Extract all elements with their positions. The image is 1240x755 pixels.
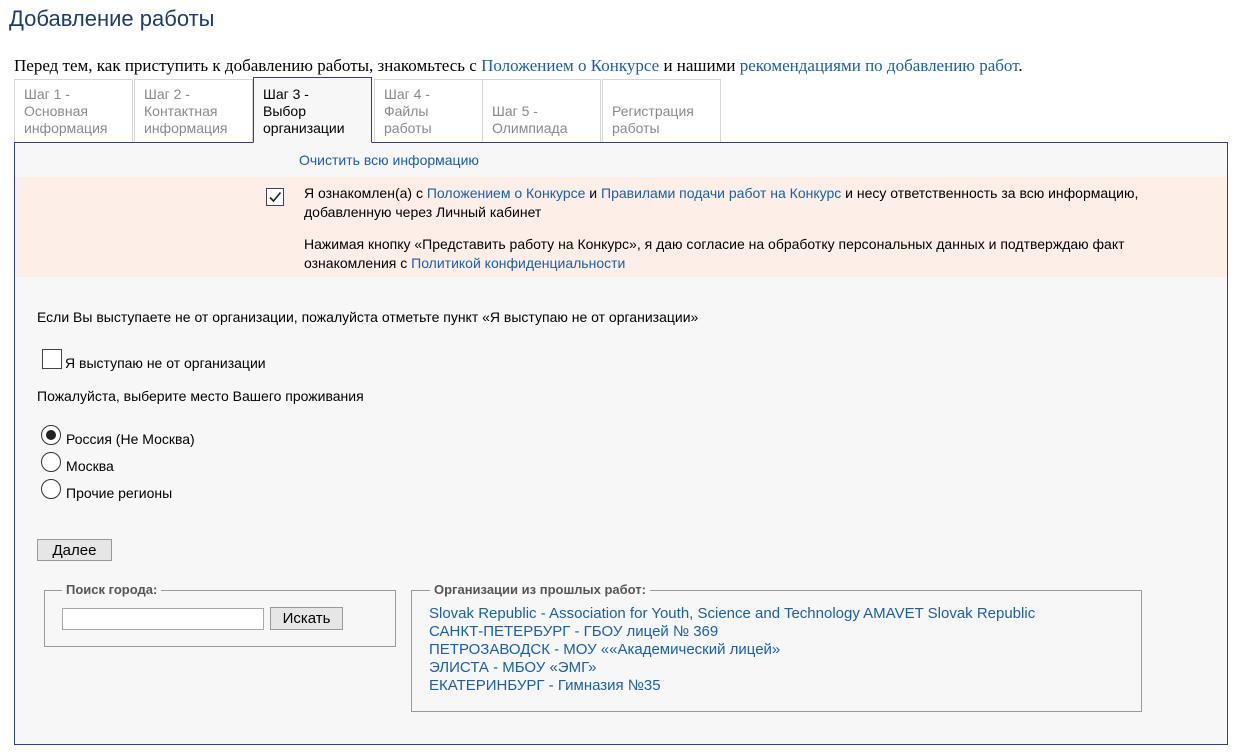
step-panel: Очистить всю информацию Я ознакомлен(а) …: [14, 142, 1228, 745]
intro-before: Перед тем, как приступить к добавлению р…: [14, 56, 482, 75]
intro-text: Перед тем, как приступить к добавлению р…: [14, 56, 1023, 76]
moscow-radio[interactable]: [41, 452, 61, 472]
regulations-link[interactable]: Положением о Конкурсе: [481, 56, 659, 75]
past-organizations-list: Slovak Republic - Association for Youth,…: [429, 605, 1035, 695]
organization-link[interactable]: САНКТ-ПЕТЕРБУРГ - ГБОУ лицей № 369: [429, 623, 1035, 641]
organization-link[interactable]: ПЕТРОЗАВОДСК - МОУ ««Академический лицей…: [429, 641, 1035, 659]
organization-link[interactable]: Slovak Republic - Association for Youth,…: [429, 605, 1035, 623]
tab-line: Шаг 1 -: [24, 86, 70, 102]
agreement-text-part: Я ознакомлен(а) с: [304, 185, 427, 201]
tab-step-1[interactable]: Шаг 1 - Основная информация: [14, 79, 133, 143]
tab-line: организации: [263, 120, 345, 136]
tab-line: работы: [384, 120, 432, 136]
tab-line: информация: [24, 120, 108, 136]
residence-question: Пожалуйста, выберите место Вашего прожив…: [37, 388, 364, 404]
moscow-label: Москва: [66, 458, 114, 474]
russia-label: Россия (Не Москва): [66, 431, 195, 447]
tab-line: Регистрация: [612, 103, 694, 119]
tab-step-2[interactable]: Шаг 2 - Контактная информация: [134, 79, 253, 143]
clear-all-link[interactable]: Очистить всю информацию: [299, 152, 479, 168]
tab-line: Олимпиада: [492, 120, 568, 136]
tab-registration[interactable]: Регистрация работы: [602, 79, 721, 143]
tab-line: Шаг 5 -: [492, 103, 538, 119]
checkmark-icon: [269, 191, 282, 203]
agreement-paragraph-2: Нажимая кнопку «Представить работу на Ко…: [304, 235, 1214, 273]
search-button[interactable]: Искать: [270, 607, 343, 630]
not-organization-label: Я выступаю не от организации: [65, 355, 266, 371]
tab-line: Контактная: [144, 103, 218, 119]
tab-line: работы: [612, 120, 660, 136]
city-search-legend: Поиск города:: [62, 582, 162, 597]
not-organization-checkbox[interactable]: [42, 349, 62, 369]
intro-after: .: [1018, 56, 1023, 75]
tab-line: информация: [144, 120, 228, 136]
recommendations-link[interactable]: рекомендациями по добавлению работ: [740, 56, 1019, 75]
agreement-text-part: и: [585, 185, 601, 201]
past-organizations-legend: Организации из прошлых работ:: [430, 582, 650, 597]
privacy-policy-link[interactable]: Политикой конфиденциальности: [411, 255, 625, 271]
russia-radio[interactable]: [41, 425, 61, 445]
organization-link[interactable]: ЭЛИСТА - МБОУ «ЭМГ»: [429, 659, 1035, 677]
tab-line: Основная: [24, 103, 88, 119]
tab-line: Файлы: [384, 103, 429, 119]
tab-step-3[interactable]: Шаг 3 - Выбор организации: [253, 77, 372, 143]
organization-link[interactable]: ЕКАТЕРИНБУРГ - Гимназия №35: [429, 677, 1035, 695]
past-organizations-fieldset: Организации из прошлых работ: Slovak Rep…: [411, 582, 1142, 712]
agreement-section: Я ознакомлен(а) с Положением о Конкурсе …: [15, 177, 1227, 277]
intro-middle: и нашими: [659, 56, 740, 75]
regulations-link-2[interactable]: Положением о Конкурсе: [427, 185, 586, 201]
tab-step-4[interactable]: Шаг 4 - Файлы работы: [374, 79, 493, 143]
page-title: Добавление работы: [9, 6, 215, 31]
tab-line: Шаг 4 -: [384, 86, 430, 102]
other-regions-radio[interactable]: [41, 479, 61, 499]
tab-line: Шаг 3 -: [263, 86, 309, 102]
agreement-checkbox[interactable]: [266, 188, 284, 206]
organization-note: Если Вы выступаете не от организации, по…: [37, 309, 699, 325]
agreement-paragraph-1: Я ознакомлен(а) с Положением о Конкурсе …: [304, 184, 1214, 222]
tab-step-5[interactable]: Шаг 5 - Олимпиада: [482, 79, 601, 143]
city-search-input[interactable]: [62, 608, 264, 630]
submission-rules-link[interactable]: Правилами подачи работ на Конкурс: [601, 185, 841, 201]
tab-line: Выбор: [263, 103, 306, 119]
tab-line: Шаг 2 -: [144, 86, 190, 102]
city-search-fieldset: Поиск города: Искать: [44, 582, 396, 647]
agreement-text: Я ознакомлен(а) с Положением о Конкурсе …: [304, 184, 1214, 286]
next-button[interactable]: Далее: [37, 539, 112, 561]
other-regions-label: Прочие регионы: [66, 485, 173, 501]
